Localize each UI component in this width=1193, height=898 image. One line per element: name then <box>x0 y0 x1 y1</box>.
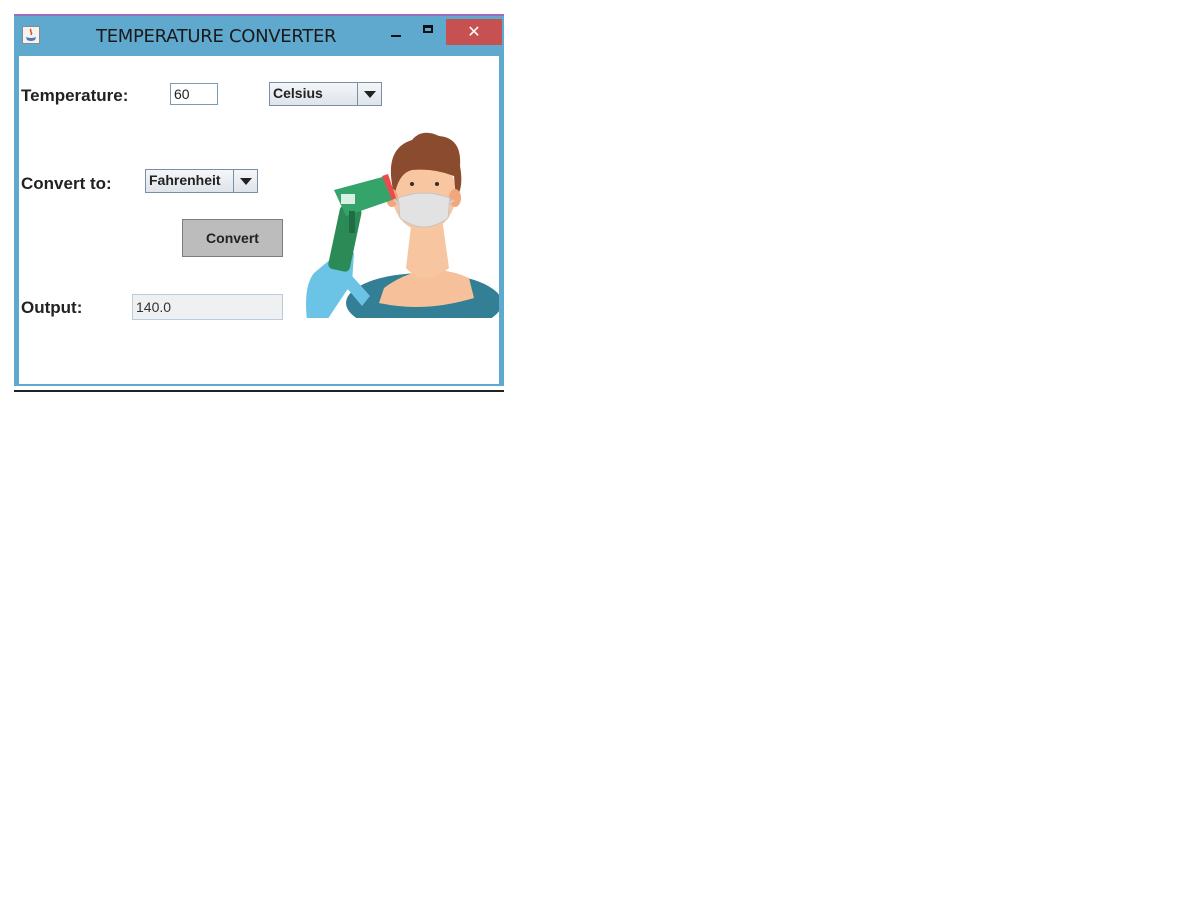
from-unit-value: Celsius <box>273 85 323 101</box>
to-unit-select[interactable]: Fahrenheit <box>145 169 258 193</box>
chevron-down-icon[interactable] <box>357 83 381 105</box>
java-app-icon[interactable] <box>22 26 40 44</box>
output-label: Output: <box>21 298 83 317</box>
close-icon[interactable]: ✕ <box>446 19 502 45</box>
temperature-input[interactable] <box>170 83 218 105</box>
convert-button[interactable]: Convert <box>182 219 283 257</box>
divider-line <box>14 390 504 392</box>
to-unit-value: Fahrenheit <box>149 172 221 188</box>
app-window: TEMPERATURE CONVERTER ✕ Temperature: Cel… <box>14 14 504 386</box>
converter-panel: Temperature: Celsius Convert to: Fahrenh… <box>19 56 499 384</box>
chevron-down-icon[interactable] <box>233 170 257 192</box>
output-field: 140.0 <box>132 294 283 320</box>
thermometer-illustration <box>306 132 499 318</box>
temperature-label: Temperature: <box>21 86 129 105</box>
title-bar[interactable]: TEMPERATURE CONVERTER ✕ <box>14 16 504 56</box>
maximize-icon[interactable] <box>418 20 440 42</box>
minimize-icon[interactable] <box>386 20 406 42</box>
convert-to-label: Convert to: <box>21 174 112 193</box>
window-title: TEMPERATURE CONVERTER <box>96 26 337 47</box>
from-unit-select[interactable]: Celsius <box>269 82 382 106</box>
